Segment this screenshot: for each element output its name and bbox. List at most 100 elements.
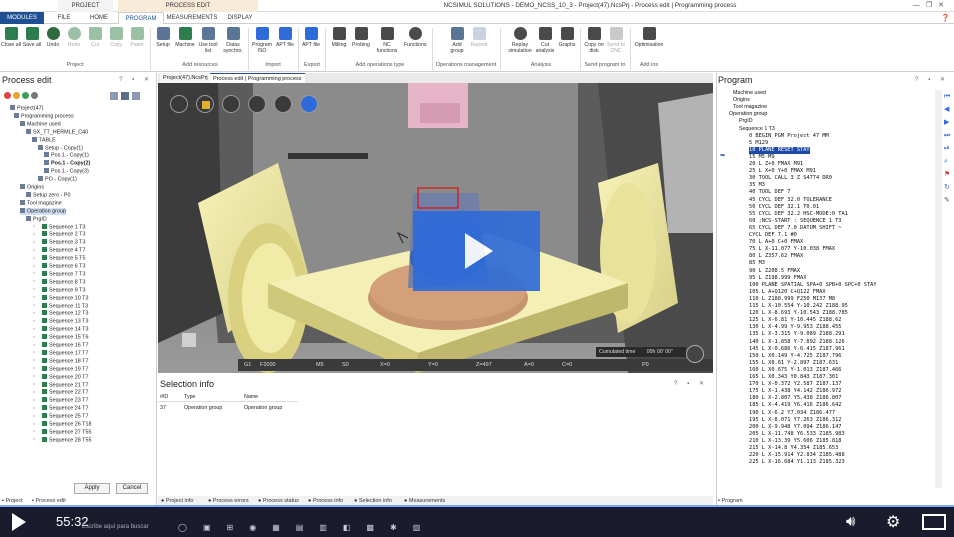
nc-functions-button[interactable]: NC functions (374, 27, 400, 54)
visibility-icon[interactable]: ◔ (32, 358, 42, 365)
program-line[interactable]: 45 CYCL DEF 32.0 TOLERANCE (749, 197, 832, 204)
program-tree-node[interactable]: Tool magazine (733, 104, 767, 111)
repeat-button[interactable]: Repeat (468, 27, 490, 48)
program-line[interactable]: 175 L X-1.438 Y4.142 Z186.972 (749, 388, 841, 395)
program-line[interactable]: 135 L X-3.315 Y-9.089 Z188.291 (749, 331, 845, 338)
tree-item-sequence[interactable]: ◔ Sequence 27 T55 (32, 428, 91, 437)
visibility-icon[interactable]: ◔ (32, 343, 42, 350)
tree-item[interactable]: Programming process (14, 112, 74, 121)
program-line[interactable]: 130 L X-4.99 Y-9.953 Z188.455 (749, 324, 841, 331)
copy-button[interactable]: Copy (105, 27, 127, 48)
taskbar-search-input[interactable]: Escribe aquí para buscar (82, 524, 149, 530)
window-controls[interactable]: —❐✕ (913, 0, 950, 12)
error-icon[interactable] (4, 92, 11, 99)
probing-button[interactable]: Probing (350, 27, 372, 48)
program-line[interactable]: 200 L X-9.948 Y7.094 Z186.147 (749, 424, 841, 431)
bookmark-icon[interactable]: ⚑ (944, 168, 950, 181)
tree-item-sequence[interactable]: ◔ Sequence 5 T5 (32, 255, 85, 263)
program-line[interactable]: 220 L X-15.914 Y2.834 Z185.488 (749, 452, 845, 459)
expand-icon[interactable] (110, 92, 118, 100)
program-line[interactable]: 190 L X-6.2 Y7.034 Z186.477 (749, 410, 835, 417)
cut-analysis-button[interactable]: Cut analysis (534, 27, 556, 54)
close-all-button[interactable]: Close all (0, 27, 22, 48)
tree-item[interactable]: Pos.1 - Copy(2) (44, 160, 90, 168)
rotate-icon[interactable] (300, 95, 318, 113)
tree-item-sequence[interactable]: ◔ Sequence 6 T3 (32, 263, 85, 271)
refresh-icon[interactable]: ↻ (944, 181, 950, 194)
program-line[interactable]: 95 L Z198.999 FMAX (749, 275, 806, 282)
volume-icon[interactable]: 🔊︎ (846, 513, 855, 530)
program-line[interactable]: 180 L X-2.807 Y5.438 Z186.807 (749, 395, 841, 402)
copy-on-disk-button[interactable]: Copy on disk (583, 27, 605, 54)
visibility-icon[interactable]: ◔ (32, 248, 42, 255)
tab-modules[interactable]: MODULES (0, 12, 44, 24)
nav-first-icon[interactable]: ⏮ (944, 90, 950, 103)
nav-prev-icon[interactable]: ◀ (944, 103, 949, 116)
program-line[interactable]: 145 L X-0.686 Y-6.415 Z187.961 (749, 346, 845, 353)
ok-icon[interactable] (22, 92, 29, 99)
visibility-icon[interactable]: ◔ (32, 366, 42, 373)
nav-next-icon[interactable]: ▶ (944, 116, 949, 129)
program-line[interactable]: 170 L X-0.372 Y2.587 Z187.137 (749, 381, 841, 388)
tab-project-file[interactable]: Project(47).NcsPrj (160, 73, 211, 83)
tree-item-sequence[interactable]: ◔ Sequence 24 T7 (32, 405, 88, 413)
layers-icon[interactable] (222, 95, 240, 113)
settings-icon[interactable] (274, 95, 292, 113)
visibility-icon[interactable]: ◔ (32, 406, 42, 413)
program-line[interactable]: 30 TOOL CALL 3 Z S4774 DR0 (749, 175, 832, 182)
program-line[interactable]: 35 M3 (749, 182, 765, 189)
tab-process-edit-view[interactable]: Process edit | Programming process (210, 73, 305, 83)
program-line[interactable]: 110 L Z188.999 F250 M137 M8 (749, 296, 835, 303)
tree-item[interactable]: Machine used (20, 120, 61, 129)
visibility-icon[interactable]: ◔ (32, 311, 42, 318)
tree-item-sequence[interactable]: ◔ Sequence 9 T3 (32, 286, 85, 295)
send-to-dnc-button[interactable]: Send to DNC (605, 27, 627, 54)
program-line[interactable]: 150 L X0.149 Y-4.725 Z187.796 (749, 353, 841, 360)
list-view-icon[interactable] (132, 92, 140, 100)
visibility-icon[interactable]: ◔ (32, 390, 42, 397)
visibility-icon[interactable]: ◔ (32, 279, 42, 286)
program-line[interactable]: 15 M5 M9 (749, 154, 775, 161)
tab-display[interactable]: DISPLAY (222, 12, 258, 24)
tab-home[interactable]: HOME (82, 12, 116, 24)
tree-item-sequence[interactable]: ◔ Sequence 28 T55 (32, 436, 91, 445)
visibility-icon[interactable]: ◔ (32, 303, 42, 310)
program-line[interactable]: 105 L A+Q120 C+Q122 FMAX (749, 289, 826, 296)
play-icon[interactable] (12, 513, 26, 531)
visibility-icon[interactable]: ◔ (32, 382, 42, 389)
tree-item-sequence[interactable]: ◔ Sequence 4 T7 (32, 247, 85, 255)
machine-icon[interactable] (686, 345, 704, 363)
visibility-icon[interactable]: ◔ (32, 287, 42, 294)
tree-item-sequence[interactable]: ◔ Sequence 13 T3 (32, 318, 88, 326)
tree-item-sequence[interactable]: ◔ Sequence 2 T3 (32, 231, 85, 239)
visibility-icon[interactable]: ◔ (32, 256, 42, 263)
program-line[interactable]: 60 ;NCS-START : SEQUENCE 1 T3 (749, 218, 841, 225)
zoom-icon[interactable] (248, 95, 266, 113)
tree-item-sequence[interactable]: ◔ Sequence 17 T7 (32, 349, 88, 358)
program-tree-node[interactable]: PrgID (739, 118, 753, 125)
tree-item-sequence[interactable]: ◔ Sequence 23 T7 (32, 397, 88, 405)
program-line[interactable]: 155 L X0.61 Y-2.897 Z187.631 (749, 360, 838, 367)
paste-button[interactable]: Paste (126, 27, 148, 48)
step-icon[interactable]: ⏯ (944, 142, 950, 155)
program-line[interactable]: 120 L X-8.693 Y-10.543 Z188.785 (749, 310, 848, 317)
edit-icon[interactable]: ✎ (944, 194, 950, 207)
tree-item-sequence[interactable]: ◔ Sequence 1 T3 (32, 223, 85, 232)
taskbar-icons[interactable]: ◯▣⊞◉▦▤▥◧▩✱▨ (178, 523, 436, 532)
program-line[interactable]: 215 L X-14.8 Y4.354 Z185.653 (749, 445, 838, 452)
collapse-icon[interactable] (121, 92, 129, 100)
visibility-icon[interactable]: ◔ (32, 398, 42, 405)
tree-item-sequence[interactable]: ◔ Sequence 11 T3 (32, 302, 88, 311)
cut-button[interactable]: Cut (84, 27, 106, 48)
tree-item-sequence[interactable]: ◔ Sequence 8 T3 (32, 278, 85, 287)
apply-button[interactable]: Apply (74, 483, 110, 494)
visibility-icon[interactable]: ◔ (32, 437, 42, 444)
tree-item[interactable]: Setup zero - P0 (26, 191, 70, 200)
view-cube-icon[interactable] (170, 95, 188, 113)
table-row[interactable]: 37 Operation group Operation group (158, 405, 298, 413)
program-line[interactable]: 90 L Z208.5 FMAX (749, 268, 800, 275)
machine-button[interactable]: Machine (174, 27, 196, 48)
program-line[interactable]: 210 L X-13.39 Y5.606 Z185.818 (749, 438, 841, 445)
program-line[interactable]: 80 L Z357.62 FMAX (749, 253, 803, 260)
fullscreen-icon[interactable] (922, 514, 946, 530)
